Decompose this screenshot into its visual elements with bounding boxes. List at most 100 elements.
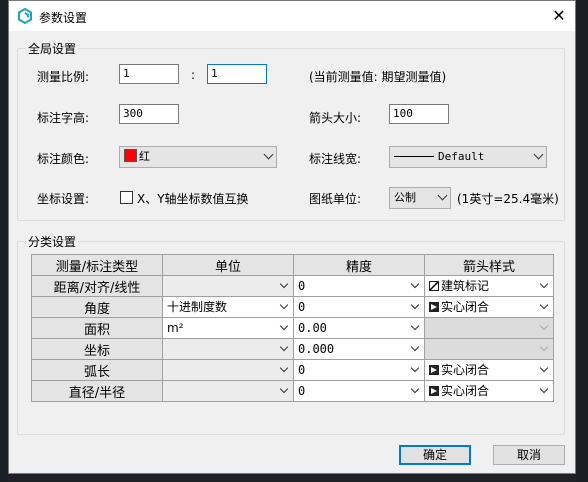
color-label: 标注颜色:	[37, 152, 90, 166]
unit-value: 公制	[394, 191, 416, 204]
precision-cell: 0.00	[293, 317, 425, 339]
precision-select[interactable]: 0	[294, 381, 424, 401]
arrow-style-select[interactable]: 实心闭合	[425, 360, 553, 380]
arrow-style-cell: 实心闭合	[424, 359, 554, 381]
table-header-row: 测量/标注类型 单位 精度 箭头样式	[31, 254, 554, 276]
chevron-down-icon	[279, 342, 289, 352]
unit-select[interactable]	[163, 360, 293, 380]
arrow-style-select[interactable]: 建筑标记	[425, 276, 553, 296]
table-row: 坐标 0.000	[31, 338, 554, 360]
color-select[interactable]: 红	[119, 146, 277, 168]
precision-value: 0	[298, 384, 306, 398]
cancel-button[interactable]: 取消	[493, 445, 565, 465]
chevron-down-icon	[279, 363, 289, 373]
closed-filled-arrow-icon	[429, 365, 439, 375]
unit-cell: 十进制度数	[162, 296, 294, 318]
chevron-down-icon	[410, 300, 420, 310]
app-logo-icon	[18, 8, 32, 24]
chevron-down-icon	[279, 384, 289, 394]
background-canvas-left	[0, 0, 8, 482]
precision-cell: 0.000	[293, 338, 425, 360]
chevron-down-icon	[539, 342, 549, 352]
arrow-style-select[interactable]: 实心闭合	[425, 297, 553, 317]
row-type-label: 距离/对齐/线性	[31, 275, 163, 297]
col-header-unit[interactable]: 单位	[162, 254, 294, 276]
unit-select[interactable]	[163, 381, 293, 401]
table-row: 角度 十进制度数 0 实心闭合	[31, 296, 554, 318]
precision-select[interactable]: 0.000	[294, 339, 424, 359]
arrow-style-cell	[424, 317, 554, 339]
precision-cell: 0	[293, 275, 425, 297]
color-value: 红	[139, 150, 150, 163]
closed-filled-arrow-icon	[429, 386, 439, 396]
linewidth-label: 标注线宽:	[309, 152, 362, 166]
precision-value: 0.000	[298, 342, 335, 356]
scale-hint: (当前测量值: 期望测量值)	[309, 70, 447, 84]
row-type-label: 角度	[31, 296, 163, 318]
scale-separator: :	[191, 68, 196, 82]
chevron-down-icon	[410, 384, 420, 394]
chevron-down-icon	[410, 321, 420, 331]
linewidth-select[interactable]: Default	[389, 146, 547, 168]
coord-swap-label[interactable]: X、Y轴坐标数值互换	[137, 190, 249, 207]
precision-select[interactable]: 0	[294, 276, 424, 296]
arrow-size-input[interactable]: 100	[389, 104, 449, 124]
arrow-style-value: 实心闭合	[441, 300, 490, 314]
unit-hint: (1英寸=25.4毫米)	[457, 192, 559, 206]
arrow-style-value: 建筑标记	[441, 279, 490, 293]
precision-select[interactable]: 0	[294, 360, 424, 380]
unit-select[interactable]	[163, 276, 293, 296]
scale-label: 测量比例:	[37, 70, 90, 84]
unit-select[interactable]: 十进制度数	[163, 297, 293, 317]
coord-label: 坐标设置:	[37, 192, 90, 206]
text-height-input[interactable]: 300	[119, 104, 179, 124]
table-row: 距离/对齐/线性 0 建筑标记	[31, 275, 554, 297]
closed-filled-arrow-icon	[429, 302, 439, 312]
arrow-style-cell	[424, 338, 554, 360]
col-header-arrow[interactable]: 箭头样式	[424, 254, 554, 276]
chevron-down-icon	[539, 384, 549, 394]
unit-label: 图纸单位:	[309, 192, 362, 206]
arrow-style-select	[425, 339, 553, 359]
arrow-style-cell: 实心闭合	[424, 380, 554, 402]
unit-cell: m²	[162, 317, 294, 339]
chevron-down-icon	[410, 279, 420, 289]
row-type-label: 弧长	[31, 359, 163, 381]
col-header-type[interactable]: 测量/标注类型	[31, 254, 163, 276]
scale-input-b[interactable]: 1	[207, 64, 267, 84]
global-settings-title: 全局设置	[26, 40, 79, 57]
chevron-down-icon	[410, 363, 420, 373]
unit-value: 十进制度数	[167, 300, 228, 314]
table-row: 面积 m² 0.00	[31, 317, 554, 339]
precision-value: 0	[298, 363, 306, 377]
arrow-size-label: 箭头大小:	[309, 111, 362, 125]
arrow-style-select[interactable]: 实心闭合	[425, 381, 553, 401]
unit-cell	[162, 275, 294, 297]
unit-select[interactable]: m²	[163, 318, 293, 338]
precision-select[interactable]: 0.00	[294, 318, 424, 338]
arrow-style-select	[425, 318, 553, 338]
precision-select[interactable]: 0	[294, 297, 424, 317]
title-bar[interactable]: 参数设置 ✕	[9, 1, 575, 31]
precision-cell: 0	[293, 359, 425, 381]
precision-cell: 0	[293, 380, 425, 402]
settings-dialog: 参数设置 ✕ 全局设置 测量比例: 1 : 1 (当前测量值: 期望测量值) 标…	[8, 0, 576, 474]
precision-value: 0	[298, 300, 306, 314]
col-header-precision[interactable]: 精度	[293, 254, 425, 276]
precision-value: 0	[298, 279, 306, 293]
chevron-down-icon	[279, 279, 289, 289]
precision-value: 0.00	[298, 321, 327, 335]
scale-input-a[interactable]: 1	[119, 64, 179, 84]
unit-cell	[162, 380, 294, 402]
chevron-down-icon	[410, 342, 420, 352]
unit-select[interactable]: 公制	[389, 187, 451, 209]
ok-button[interactable]: 确定	[399, 445, 471, 465]
coord-swap-checkbox[interactable]	[120, 191, 133, 204]
line-sample-icon	[394, 156, 434, 157]
close-icon[interactable]: ✕	[549, 6, 569, 26]
unit-select[interactable]	[163, 339, 293, 359]
arrow-style-value: 实心闭合	[441, 384, 490, 398]
row-type-label: 面积	[31, 317, 163, 339]
text-height-label: 标注字高:	[37, 111, 90, 125]
chevron-down-icon	[437, 190, 448, 201]
